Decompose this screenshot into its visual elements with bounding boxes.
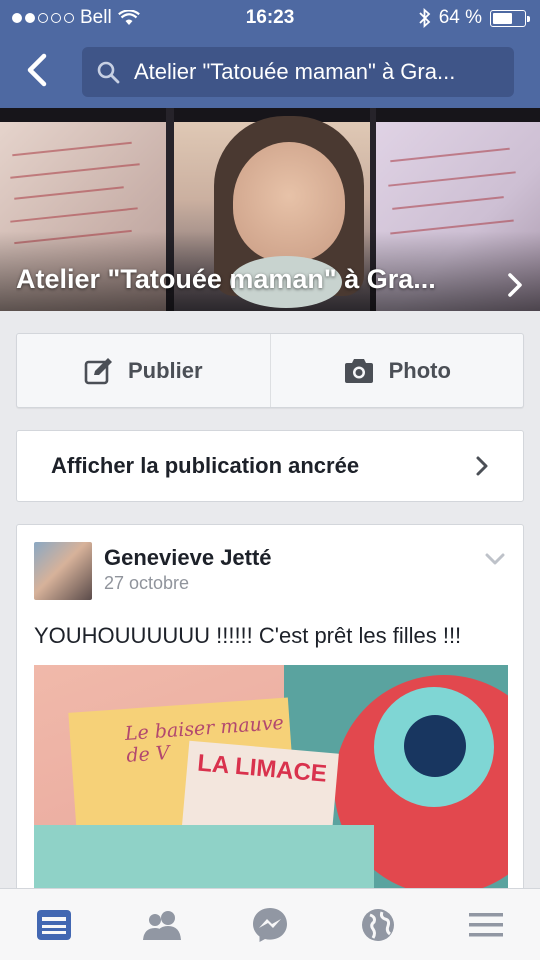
messenger-icon xyxy=(253,907,287,942)
camera-icon xyxy=(344,358,373,383)
tab-more[interactable] xyxy=(456,895,516,955)
search-icon xyxy=(97,61,120,84)
portrait-face xyxy=(233,142,345,262)
globe-icon xyxy=(362,908,394,941)
tab-notifications[interactable] xyxy=(348,895,408,955)
pinned-post-label: Afficher la publication ancrée xyxy=(51,453,360,478)
post-card: Genevieve Jetté 27 octobre YOUHOUUUUUU !… xyxy=(16,524,524,924)
book-title: LA LIMACE xyxy=(196,749,328,788)
publish-button[interactable]: Publier xyxy=(17,334,270,407)
chevron-right-icon[interactable] xyxy=(506,272,524,298)
post-message: YOUHOUUUUUU !!!!!! C'est prêt les filles… xyxy=(34,623,462,648)
publish-label: Publier xyxy=(127,357,203,383)
post-date[interactable]: 27 octobre xyxy=(104,573,189,594)
post-author[interactable]: Genevieve Jetté xyxy=(104,545,272,571)
battery-icon xyxy=(490,9,530,27)
bluetooth-icon xyxy=(419,8,430,28)
status-bar: Bell 16:23 64 % xyxy=(0,0,540,36)
tab-news-feed[interactable] xyxy=(24,895,84,955)
top-bar: Bell 16:23 64 % Atelier "Tatouée maman" … xyxy=(0,0,540,108)
photo-label: Photo xyxy=(388,357,451,383)
chevron-right-icon xyxy=(476,456,488,476)
post-photo[interactable]: Le baiser mauve de V LA LIMACE xyxy=(34,665,508,895)
bottom-tab-bar xyxy=(0,888,540,960)
news-feed-icon xyxy=(37,909,71,940)
pinned-post-link[interactable]: Afficher la publication ancrée xyxy=(16,430,524,502)
search-bar[interactable]: Atelier "Tatouée maman" à Gra... xyxy=(82,47,514,97)
chevron-down-icon[interactable] xyxy=(485,553,505,565)
battery-percent: 64 % xyxy=(438,7,482,28)
back-arrow-icon[interactable] xyxy=(22,52,52,88)
tab-friends[interactable] xyxy=(132,895,192,955)
avatar[interactable] xyxy=(34,542,92,600)
tab-messenger[interactable] xyxy=(240,895,300,955)
friends-icon xyxy=(143,910,181,940)
search-query: Atelier "Tatouée maman" à Gra... xyxy=(134,59,456,84)
compose-icon xyxy=(84,357,112,384)
page-title[interactable]: Atelier "Tatouée maman" à Gra... xyxy=(16,264,486,295)
status-right: 64 % xyxy=(419,7,530,29)
menu-icon xyxy=(469,912,503,936)
composer-actions: Publier Photo xyxy=(16,333,524,408)
photo-button[interactable]: Photo xyxy=(269,334,524,407)
